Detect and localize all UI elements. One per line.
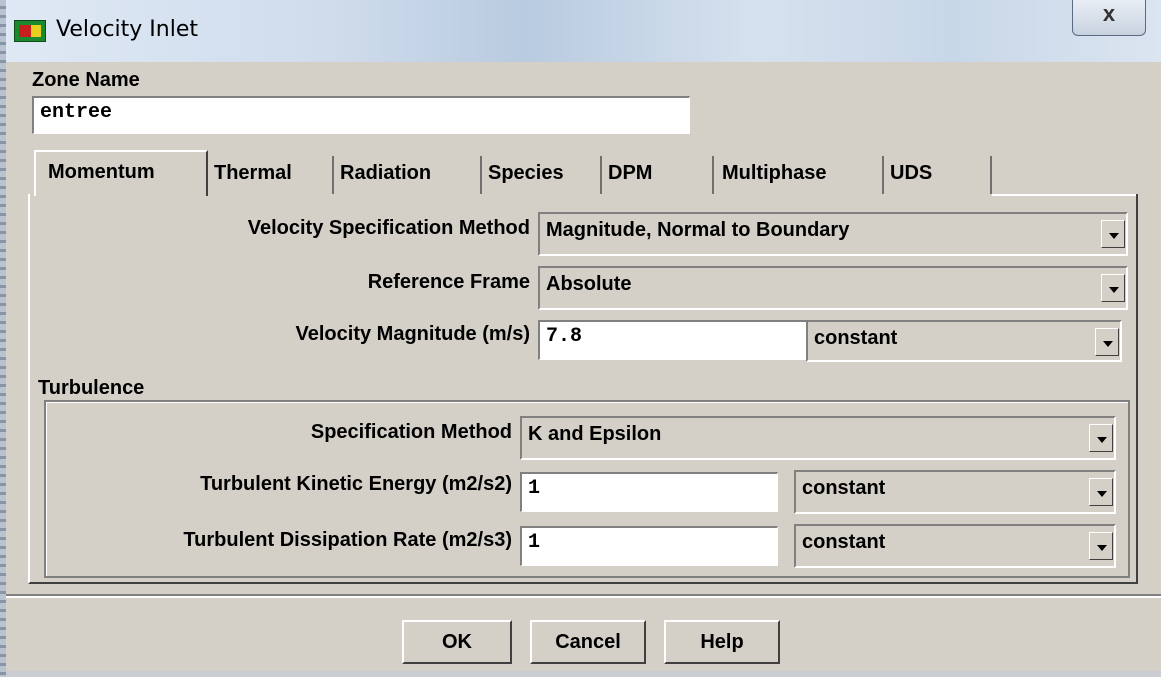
bottom-edge	[6, 671, 1161, 677]
velocity-magnitude-input[interactable]: 7.8	[538, 320, 824, 360]
dissipation-rate-input[interactable]: 1	[520, 526, 778, 566]
chevron-down-icon[interactable]	[1089, 424, 1113, 452]
turbulence-spec-value: K and Epsilon	[528, 423, 662, 445]
chevron-down-icon[interactable]	[1089, 478, 1113, 506]
velocity-spec-dropdown[interactable]: Magnitude, Normal to Boundary	[538, 212, 1128, 256]
fluent-app-icon	[14, 20, 46, 42]
velocity-magnitude-label: Velocity Magnitude (m/s)	[295, 323, 530, 345]
help-button[interactable]: Help	[664, 620, 780, 664]
reference-frame-dropdown[interactable]: Absolute	[538, 266, 1128, 310]
velocity-magnitude-profile-value: constant	[814, 327, 898, 349]
tab-uds[interactable]: UDS	[884, 156, 992, 194]
close-icon: x	[1102, 1, 1116, 26]
kinetic-energy-label: Turbulent Kinetic Energy (m2/s2)	[200, 473, 512, 495]
dissipation-rate-profile-value: constant	[802, 531, 886, 553]
tab-thermal[interactable]: Thermal	[208, 156, 334, 194]
dissipation-rate-label: Turbulent Dissipation Rate (m2/s3)	[183, 529, 512, 551]
chevron-down-icon[interactable]	[1089, 532, 1113, 560]
reference-frame-value: Absolute	[546, 273, 632, 295]
window-title: Velocity Inlet	[56, 17, 199, 42]
chevron-down-icon[interactable]	[1095, 328, 1119, 356]
tab-multiphase[interactable]: Multiphase	[716, 156, 884, 194]
turbulence-spec-dropdown[interactable]: K and Epsilon	[520, 416, 1116, 460]
button-divider	[6, 594, 1161, 598]
chevron-down-icon[interactable]	[1101, 274, 1125, 302]
zone-name-input[interactable]: entree	[32, 96, 690, 134]
velocity-spec-value: Magnitude, Normal to Boundary	[546, 219, 850, 241]
kinetic-energy-profile-dropdown[interactable]: constant	[794, 470, 1116, 514]
tab-dpm[interactable]: DPM	[602, 156, 714, 194]
cancel-button[interactable]: Cancel	[530, 620, 646, 664]
velocity-magnitude-profile-dropdown[interactable]: constant	[806, 320, 1122, 362]
ok-button[interactable]: OK	[402, 620, 512, 664]
zone-name-label: Zone Name	[32, 69, 140, 91]
dissipation-rate-profile-dropdown[interactable]: constant	[794, 524, 1116, 568]
velocity-spec-label: Velocity Specification Method	[247, 217, 530, 239]
tab-momentum[interactable]: Momentum	[34, 150, 208, 196]
close-button[interactable]: x	[1072, 0, 1146, 36]
kinetic-energy-input[interactable]: 1	[520, 472, 778, 512]
chevron-down-icon[interactable]	[1101, 220, 1125, 248]
tab-species[interactable]: Species	[482, 156, 602, 194]
reference-frame-label: Reference Frame	[367, 271, 530, 293]
tab-radiation[interactable]: Radiation	[334, 156, 482, 194]
kinetic-energy-profile-value: constant	[802, 477, 886, 499]
turbulence-heading: Turbulence	[38, 377, 145, 399]
turbulence-spec-label: Specification Method	[310, 421, 512, 443]
